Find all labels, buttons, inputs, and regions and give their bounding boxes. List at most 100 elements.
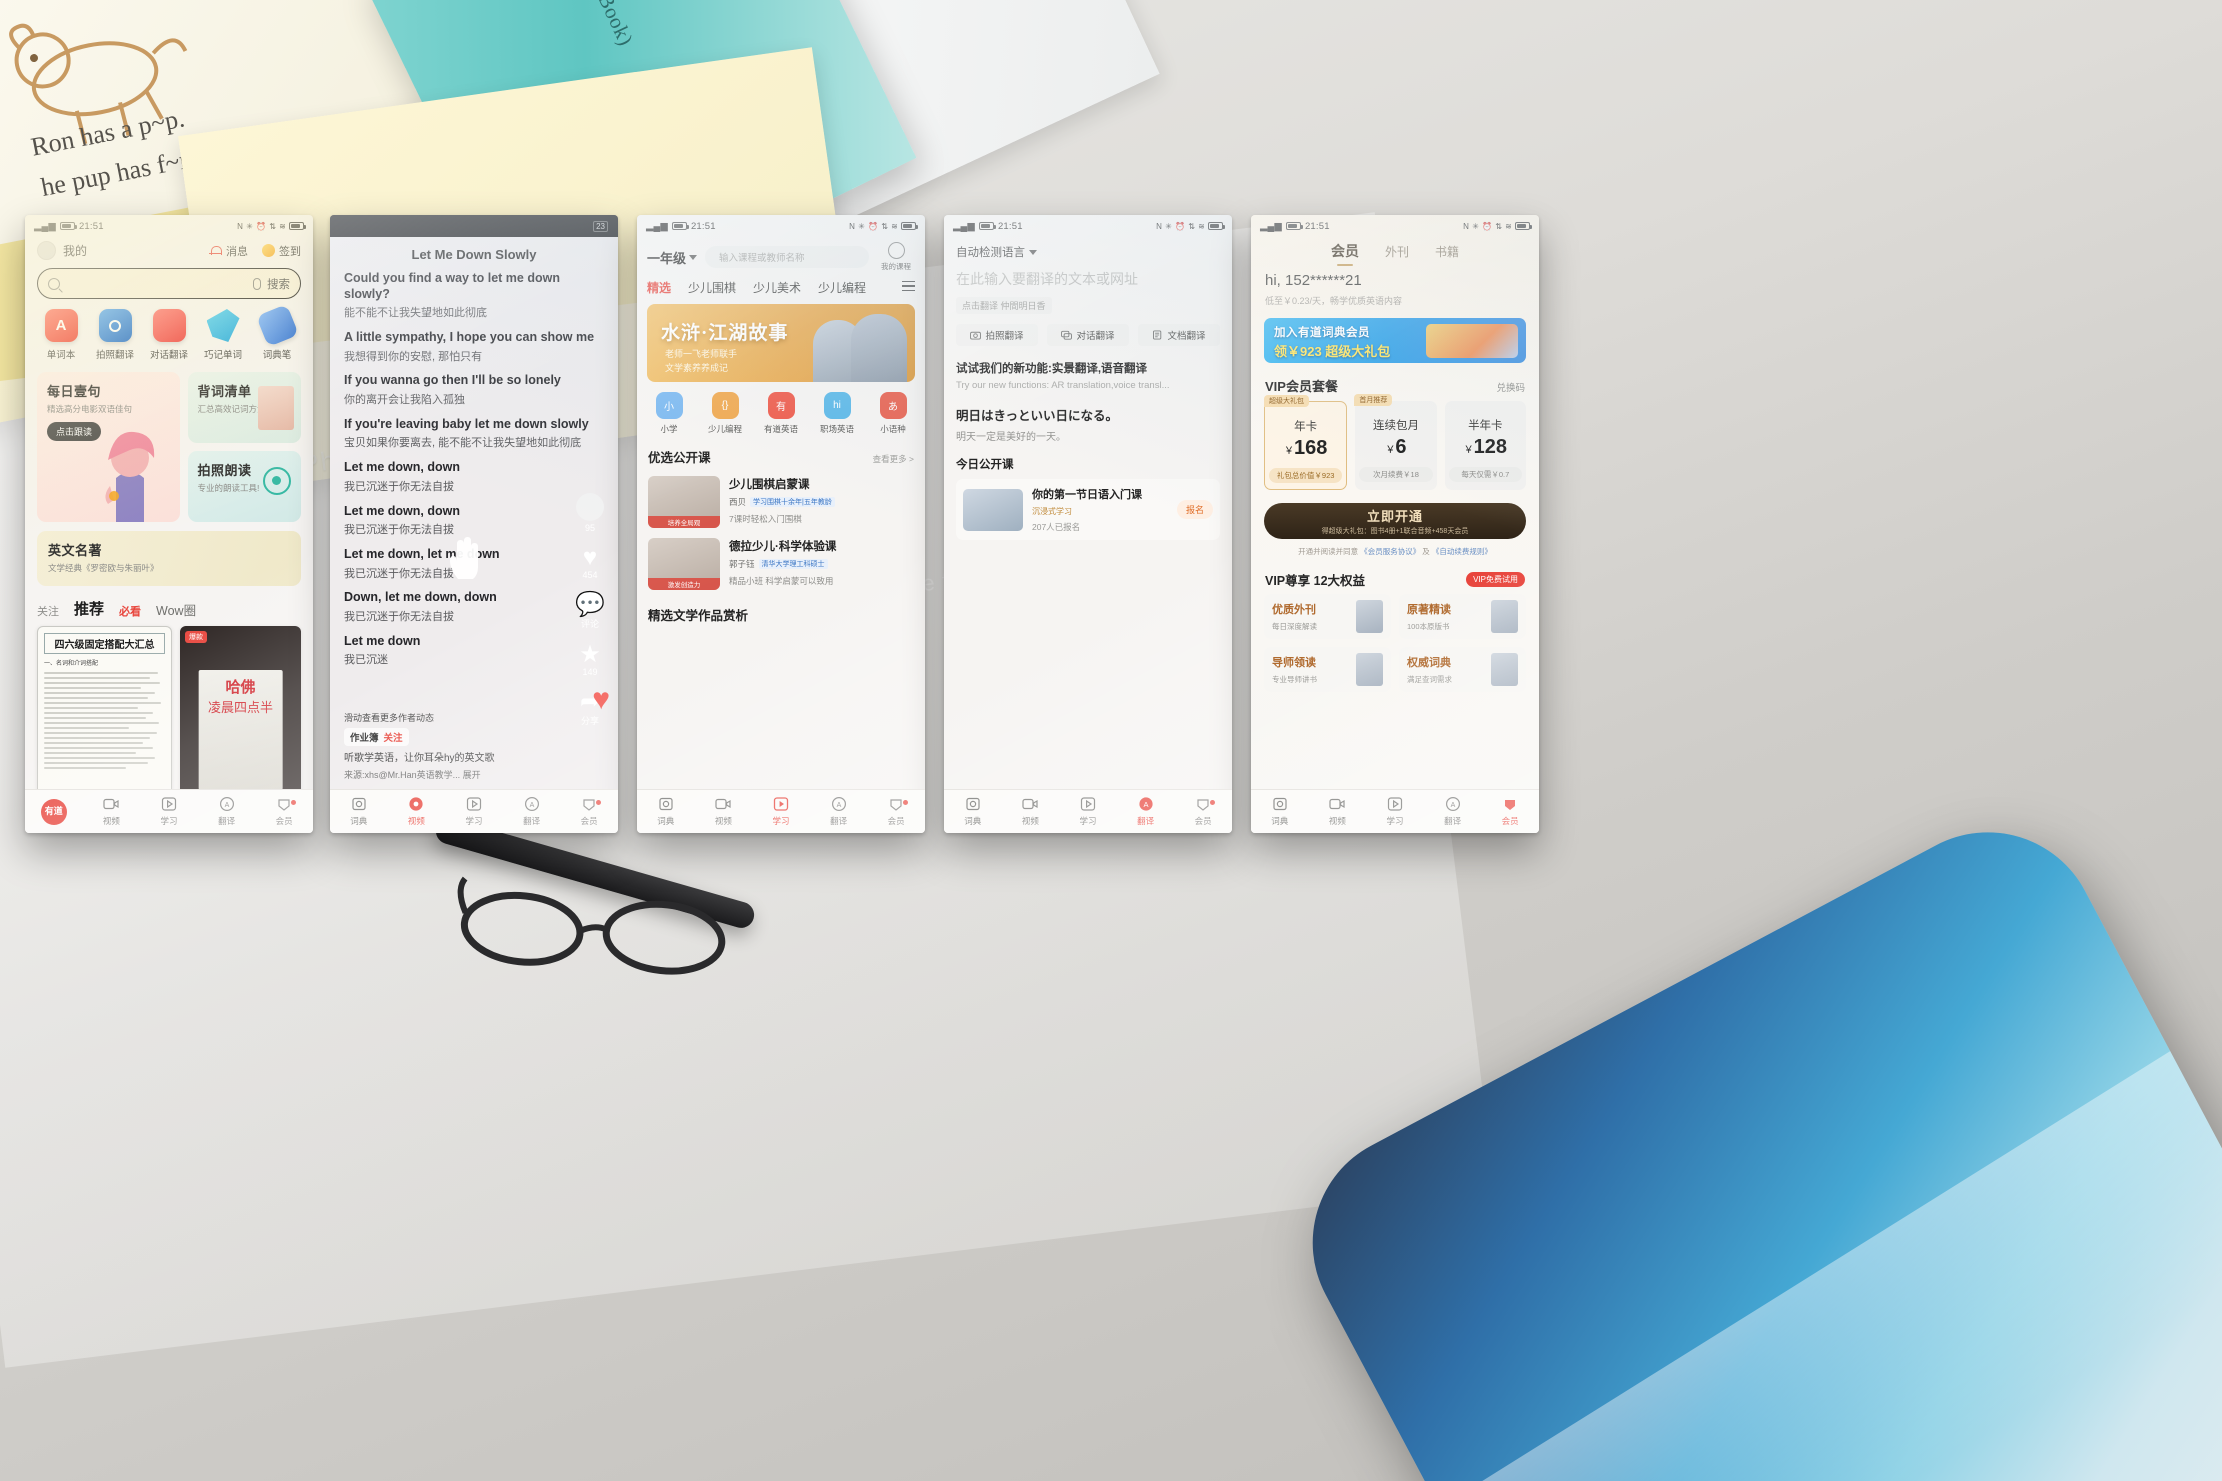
right-magazine[interactable]: 优质外刊 每日深度解读 <box>1264 594 1391 639</box>
checkin-button[interactable]: 签到 <box>262 243 301 259</box>
grade-selector[interactable]: 一年级 <box>647 248 698 267</box>
plan-half-year[interactable]: 半年卡 ￥128 每天仅需￥0.7 <box>1444 401 1526 490</box>
favorite-button[interactable]: ★ 149 <box>571 643 609 678</box>
tab-periodical[interactable]: 外刊 <box>1385 243 1409 260</box>
free-trial-badge[interactable]: VIP免费试用 <box>1466 572 1525 587</box>
tab-dictionary[interactable]: 有道 <box>25 798 83 825</box>
tab-video[interactable]: 视频 <box>1002 796 1060 827</box>
phone-screen-video-lyrics[interactable]: 23 Let Me Down Slowly Could you find a w… <box>330 215 618 833</box>
literature-section[interactable]: 精选文学作品赏析 <box>637 595 925 624</box>
search-input[interactable]: 搜索 <box>37 268 301 299</box>
tab-vip[interactable]: 会员 <box>1481 796 1539 827</box>
tab-vip[interactable]: 会员 <box>867 796 925 827</box>
tab-kids-coding[interactable]: 少儿编程 <box>818 279 866 296</box>
wordlist-card[interactable]: 背词清单 汇总高效记词方法 <box>187 372 301 443</box>
search-button[interactable]: 搜索 <box>267 276 290 292</box>
tab-featured[interactable]: 精选 <box>647 279 671 296</box>
messages-button[interactable]: 消息 <box>209 243 248 259</box>
tab-translate[interactable]: A 翻译 <box>810 796 868 827</box>
quick-action-dictionary-pen[interactable]: 词典笔 <box>253 304 301 361</box>
category-workplace-english[interactable]: hi 职场英语 <box>817 392 857 435</box>
phone-screen-translate[interactable]: ▂▄▆ 21:51 N ✳ ⏰ ⇅ ≋ 自动检测语言 在此输入要翻译的文本或网址… <box>944 215 1232 833</box>
feed-card-notes[interactable]: 四六级固定搭配大汇总 一、名词和介词搭配 <box>37 626 172 796</box>
tab-vip[interactable]: 会员 <box>1174 796 1232 827</box>
tab-vip[interactable]: 会员 <box>560 796 618 827</box>
quick-action-wordbook[interactable]: A 单词本 <box>37 309 85 361</box>
phone-screen-home[interactable]: ▂▄▆ 21:51 N ✳ ⏰ ⇅ ≋ 我的 消息 签到 搜索 A 单词本 拍照… <box>25 215 313 833</box>
subscribe-button[interactable]: 立即开通 得超级大礼包：图书4册+1联合音频+458天会员 <box>1264 503 1526 539</box>
tab-video[interactable]: 视频 <box>83 796 141 827</box>
profile-entry[interactable]: 我的 <box>37 241 87 260</box>
quick-action-camera-translate[interactable]: 拍照翻译 <box>91 309 139 361</box>
redeem-code-link[interactable]: 兑换码 <box>1496 380 1525 394</box>
comment-button[interactable]: 💬 评论 <box>571 593 609 630</box>
like-button[interactable]: ♥ 454 <box>571 546 609 581</box>
promo-section[interactable]: 试试我们的新功能:实景翻译,语音翻译 Try our new functions… <box>944 346 1232 443</box>
course-list-item[interactable]: 激发创造力 德拉少儿·科学体验课 郭子钰 清华大学理工科硕士 精品小班 科学启蒙… <box>637 533 925 595</box>
tab-dictionary[interactable]: 词典 <box>330 796 388 827</box>
feed-card-book[interactable]: 爆款 哈佛 凌晨四点半 <box>180 626 301 796</box>
tab-translate[interactable]: A 翻译 <box>198 796 256 827</box>
category-kids-coding[interactable]: {} 少儿编程 <box>705 392 745 435</box>
more-tabs-icon[interactable] <box>902 280 915 295</box>
see-more-link[interactable]: 查看更多 > <box>873 453 914 465</box>
course-banner[interactable]: 水浒·江湖故事 老师一飞老师联手 文学素养养成记 <box>647 304 915 382</box>
tab-dictionary[interactable]: 词典 <box>637 796 695 827</box>
tab-recommend[interactable]: 推荐 <box>74 598 104 619</box>
tab-study[interactable]: 学习 <box>1366 796 1424 827</box>
photo-read-card[interactable]: 拍照朗读 专业的朗读工具! <box>187 451 301 522</box>
tab-vip[interactable]: 会员 <box>255 796 313 827</box>
tab-follow[interactable]: 关注 <box>37 603 59 619</box>
follow-button[interactable]: 关注 <box>384 730 403 744</box>
document-translate-button[interactable]: 文档翻译 <box>1138 324 1220 346</box>
tab-study[interactable]: 学习 <box>445 796 503 827</box>
author-avatar-button[interactable]: 95 <box>571 493 609 533</box>
phone-screen-vip[interactable]: ▂▄▆ 21:51 N ✳ ⏰ ⇅ ≋ 会员 外刊 书籍 hi, 152****… <box>1251 215 1539 833</box>
right-mentor[interactable]: 导师领读 专业导师讲书 <box>1264 647 1391 692</box>
language-selector[interactable]: 自动检测语言 <box>944 237 1232 264</box>
promo-banner[interactable]: 加入有道词典会员 领￥923 超级大礼包 <box>1264 318 1526 363</box>
author-tag[interactable]: 作业簿 关注 <box>344 727 409 746</box>
class-card[interactable]: 你的第一节日语入门课 沉浸式学习 207人已报名 报名 <box>956 479 1220 540</box>
tab-video[interactable]: 视频 <box>695 796 753 827</box>
category-minor-language[interactable]: あ 小语种 <box>873 392 913 435</box>
course-list-item[interactable]: 培养全局观 少儿围棋启蒙课 西贝 学习围棋十余年|五年教龄 7课时轻松入门围棋 <box>637 471 925 533</box>
big-heart-button[interactable]: ♥ <box>592 685 610 715</box>
phone-screen-courses[interactable]: ▂▄▆ 21:51 N ✳ ⏰ ⇅ ≋ 一年级 输入课程或教师名称 我的课程 精… <box>637 215 925 833</box>
category-youdao-english[interactable]: 有 有道英语 <box>761 392 801 435</box>
tab-kids-go[interactable]: 少儿围棋 <box>688 279 736 296</box>
dialog-translate-button[interactable]: 对话翻译 <box>1047 324 1129 346</box>
translate-input[interactable]: 在此输入要翻译的文本或网址 点击翻译 仲間明日香 <box>944 264 1232 314</box>
mic-icon[interactable] <box>253 277 261 290</box>
category-primary-school[interactable]: 小 小学 <box>649 392 689 435</box>
tab-member[interactable]: 会员 <box>1331 241 1359 266</box>
video-source[interactable]: 来源:xhs@Mr.Han英语教学... 展开 <box>344 768 548 781</box>
right-dictionary[interactable]: 权威词典 满足查词需求 <box>1399 647 1526 692</box>
tab-kids-art[interactable]: 少儿美术 <box>753 279 801 296</box>
tab-translate[interactable]: A 翻译 <box>503 796 561 827</box>
tab-translate[interactable]: A 翻译 <box>1424 796 1482 827</box>
plan-year-card[interactable]: 超级大礼包 年卡 ￥168 礼包总价值￥923 <box>1264 395 1348 490</box>
tab-study[interactable]: 学习 <box>140 796 198 827</box>
tab-books[interactable]: 书籍 <box>1435 243 1459 260</box>
course-search-input[interactable]: 输入课程或教师名称 <box>705 246 869 268</box>
classics-banner[interactable]: 英文名著 文学经典《罗密欧与朱丽叶》 <box>37 531 301 586</box>
camera-translate-button[interactable]: 拍照翻译 <box>956 324 1038 346</box>
tab-must-see[interactable]: 必看 <box>119 603 141 619</box>
member-agreement-link[interactable]: 《会员服务协议》 <box>1360 547 1420 556</box>
quick-action-memorize[interactable]: 巧记单词 <box>199 309 247 361</box>
tab-wow-circle[interactable]: Wow圈 <box>156 600 196 619</box>
renewal-rules-link[interactable]: 《自动续费规则》 <box>1432 547 1492 556</box>
tab-translate[interactable]: A 翻译 <box>1117 796 1175 827</box>
tab-study[interactable]: 学习 <box>1059 796 1117 827</box>
quick-action-dialog-translate[interactable]: 对话翻译 <box>145 309 193 361</box>
tab-dictionary[interactable]: 词典 <box>1251 796 1309 827</box>
my-course-button[interactable]: 我的课程 <box>877 242 915 272</box>
right-original-book[interactable]: 原著精读 100本原版书 <box>1399 594 1526 639</box>
tab-dictionary[interactable]: 词典 <box>944 796 1002 827</box>
tab-video[interactable]: 视频 <box>388 796 446 827</box>
daily-sentence-card[interactable]: 每日壹句 精选高分电影双语佳句 点击跟读 <box>37 372 180 522</box>
tab-study[interactable]: 学习 <box>752 796 810 827</box>
plan-monthly[interactable]: 首月推荐 连续包月 ￥6 次月续费￥18 <box>1354 394 1437 490</box>
tab-video[interactable]: 视频 <box>1309 796 1367 827</box>
